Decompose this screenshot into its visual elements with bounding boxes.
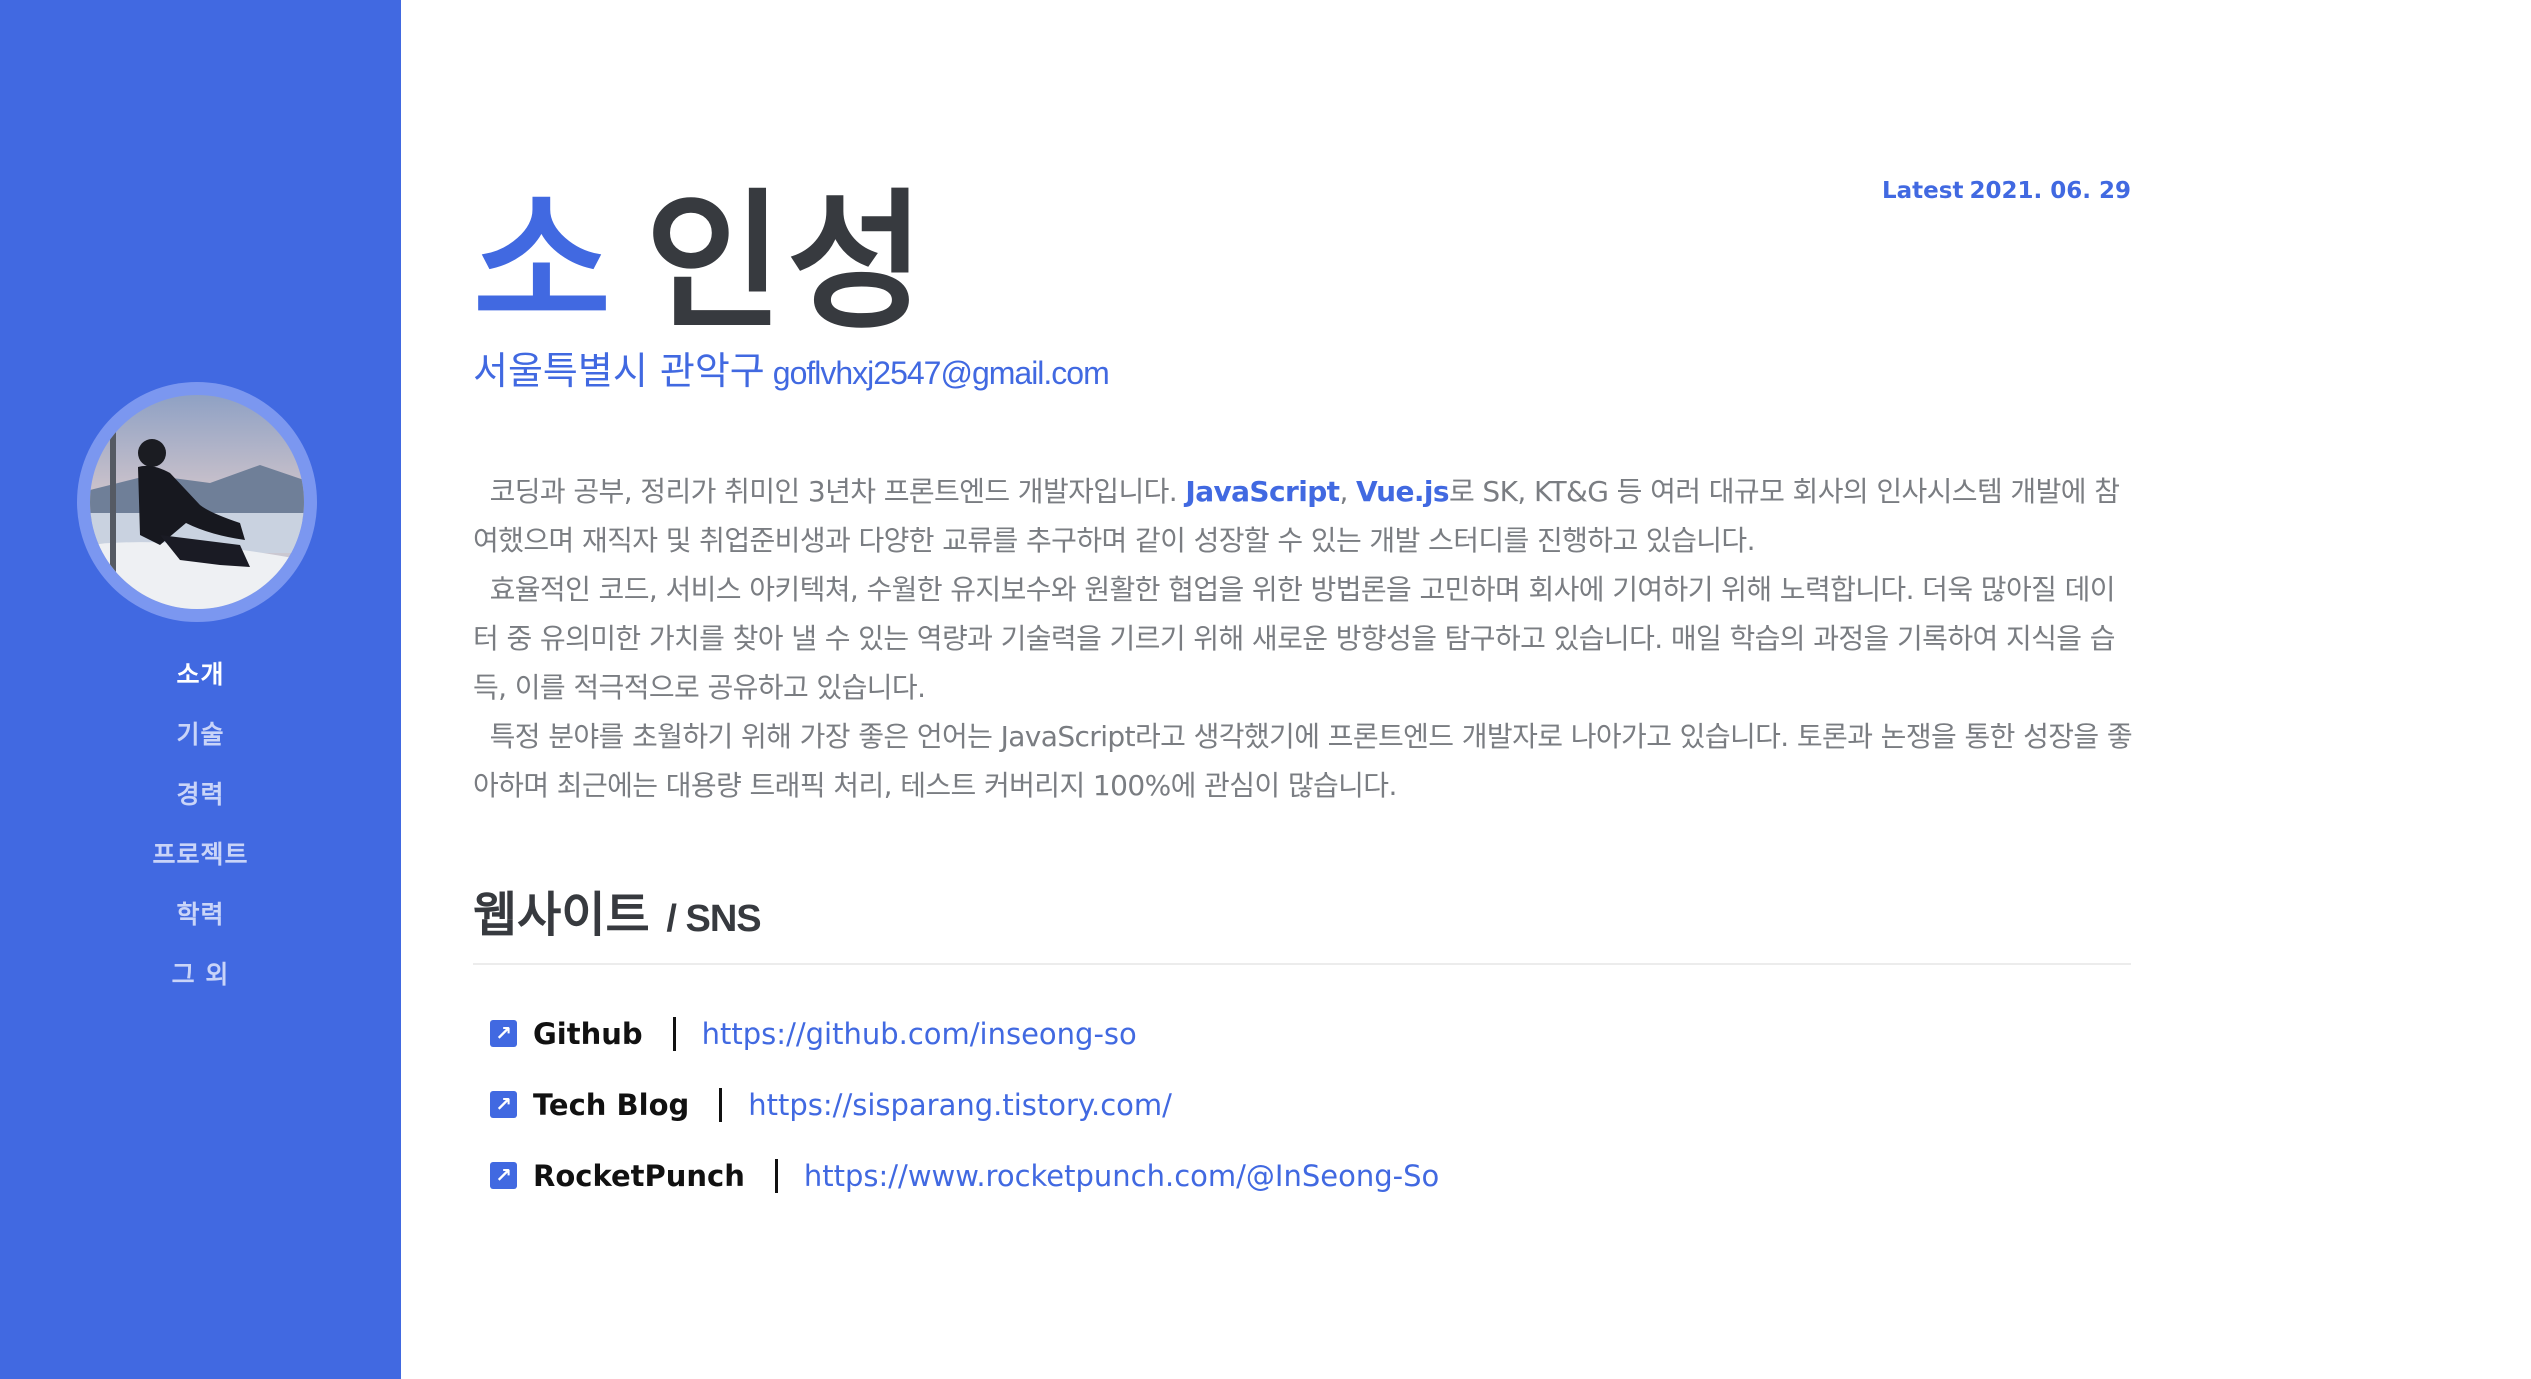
main-content: Latest 2021. 06. 29 소 인성 서울특별시 관악구 goflvhxj… <box>473 0 2133 1379</box>
link-url-tech-blog[interactable]: https://sisparang.tistory.com/ <box>748 1088 1172 1122</box>
nav-item-etc[interactable]: 그 외 <box>0 955 401 1015</box>
location: 서울특별시 관악구 <box>473 349 765 393</box>
intro-paragraph-3: 특정 분야를 초월하기 위해 가장 좋은 언어는 JavaScript라고 생각… <box>473 712 2133 810</box>
link-item-github: ↗ Github https://github.com/inseong-so <box>490 998 1439 1069</box>
name-rest: 인성 <box>645 176 930 350</box>
sidebar: 소개 기술 경력 프로젝트 학력 그 외 <box>0 0 401 1379</box>
highlight-vuejs: Vue.js <box>1356 475 1450 508</box>
page-title: 소 인성 <box>473 188 929 338</box>
websites-title: 웹사이트 <box>473 887 650 943</box>
nav-item-projects[interactable]: 프로젝트 <box>0 835 401 895</box>
nav-item-skills[interactable]: 기술 <box>0 715 401 775</box>
intro-p2-text: 효율적인 코드, 서비스 아키텍쳐, 수월한 유지보수와 원활한 협업을 위한 … <box>473 573 2116 704</box>
external-link-arrow-icon: ↗ <box>490 1162 517 1189</box>
link-name: Github <box>533 1016 643 1051</box>
latest-label: Latest <box>1882 178 1964 204</box>
external-link-arrow-icon: ↗ <box>490 1020 517 1047</box>
link-name: Tech Blog <box>533 1087 690 1122</box>
intro-p1-text: 코딩과 공부, 정리가 취미인 3년차 프론트엔드 개발자입니다. <box>489 475 1186 508</box>
avatar-frame <box>77 382 317 622</box>
link-item-tech-blog: ↗ Tech Blog https://sisparang.tistory.co… <box>490 1069 1439 1140</box>
link-item-rocketpunch: ↗ RocketPunch https://www.rocketpunch.co… <box>490 1140 1439 1211</box>
contact-info: 서울특별시 관악구 goflvhxj2547@gmail.com <box>473 340 1110 395</box>
latest-date: 2021. 06. 29 <box>1969 178 2131 204</box>
intro-p3-text: 특정 분야를 초월하기 위해 가장 좋은 언어는 JavaScript라고 생각… <box>473 720 2133 802</box>
email[interactable]: goflvhxj2547@gmail.com <box>773 355 1110 391</box>
section-divider <box>473 963 2131 965</box>
link-separator <box>774 1158 778 1193</box>
highlight-javascript: JavaScript <box>1185 475 1340 508</box>
name-first: 소 <box>473 176 616 350</box>
sidebar-nav: 소개 기술 경력 프로젝트 학력 그 외 <box>0 655 401 1015</box>
avatar <box>90 395 304 609</box>
link-url-rocketpunch[interactable]: https://www.rocketpunch.com/@InSeong-So <box>804 1159 1439 1193</box>
nav-item-intro[interactable]: 소개 <box>0 655 401 715</box>
intro-text: 코딩과 공부, 정리가 취미인 3년차 프론트엔드 개발자입니다. JavaSc… <box>473 467 2133 810</box>
websites-heading: 웹사이트 / SNS <box>473 875 762 945</box>
intro-paragraph-2: 효율적인 코드, 서비스 아키텍쳐, 수월한 유지보수와 원활한 협업을 위한 … <box>473 565 2133 712</box>
link-url-github[interactable]: https://github.com/inseong-so <box>702 1017 1137 1051</box>
websites-title-sub: / SNS <box>666 898 761 940</box>
nav-item-career[interactable]: 경력 <box>0 775 401 835</box>
nav-item-education[interactable]: 학력 <box>0 895 401 955</box>
link-separator <box>719 1087 723 1122</box>
external-link-arrow-icon: ↗ <box>490 1091 517 1118</box>
intro-paragraph-1: 코딩과 공부, 정리가 취미인 3년차 프론트엔드 개발자입니다. JavaSc… <box>473 467 2133 565</box>
link-name: RocketPunch <box>533 1158 745 1193</box>
link-separator <box>672 1016 676 1051</box>
latest-update: Latest 2021. 06. 29 <box>1882 178 2131 204</box>
website-links: ↗ Github https://github.com/inseong-so ↗… <box>490 998 1439 1211</box>
intro-p1-comma: , <box>1339 475 1357 508</box>
